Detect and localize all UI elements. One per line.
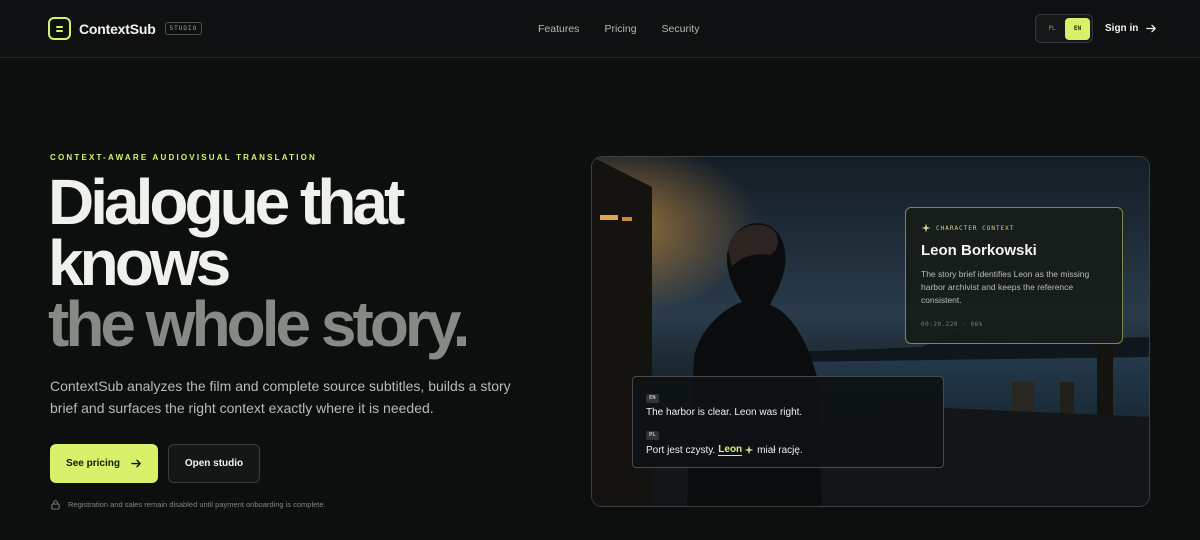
nav-item-pricing[interactable]: Pricing	[604, 23, 636, 35]
hero-subtitle: ContextSub analyzes the film and complet…	[50, 378, 511, 416]
open-studio-button[interactable]: Open studio	[168, 444, 260, 483]
sign-in-link[interactable]: Sign in	[1105, 23, 1157, 34]
hero-eyebrow: CONTEXT-AWARE AUDIOVISUAL TRANSLATION	[50, 153, 318, 162]
studio-badge: STUDIO	[164, 22, 203, 35]
pl-language-tag: PL	[646, 431, 659, 440]
language-toggle: PL EN	[1035, 14, 1093, 43]
sparkle-icon	[744, 445, 754, 455]
nav-item-security[interactable]: Security	[662, 23, 700, 35]
see-pricing-button[interactable]: See pricing	[50, 444, 158, 483]
nav-item-features[interactable]: Features	[538, 23, 579, 35]
brand-logo[interactable]: ContextSub STUDIO	[48, 17, 203, 40]
headline-line-1: Dialogue that	[48, 166, 405, 238]
sparkle-icon	[921, 223, 931, 233]
english-subtitle-line: The harbor is clear. Leon was right.	[646, 407, 803, 418]
subtitle-translation-card: EN The harbor is clear. Leon was right. …	[632, 376, 944, 468]
main-nav: Features Pricing Security	[538, 23, 699, 35]
see-pricing-label: See pricing	[66, 458, 120, 469]
hero-headline: Dialogue that knows the whole story.	[48, 166, 470, 360]
character-context-card: CHARACTER CONTEXT Leon Borkowski The sto…	[905, 207, 1123, 344]
arrow-right-icon	[131, 459, 141, 468]
brand-name: ContextSub	[79, 20, 156, 37]
top-navigation-bar: ContextSub STUDIO Features Pricing Secur…	[0, 0, 1200, 58]
polish-subtitle-line: Port jest czysty. Leon miał rację.	[646, 444, 803, 456]
lang-option-en[interactable]: EN	[1065, 18, 1090, 40]
arrow-right-icon	[1146, 24, 1157, 33]
character-context-label: CHARACTER CONTEXT	[921, 223, 1014, 233]
notice-text: Registration and sales remain disabled u…	[68, 500, 326, 509]
character-name: Leon Borkowski	[921, 242, 1037, 259]
character-meta: 00:20.220 · 96%	[921, 321, 983, 328]
sign-in-label: Sign in	[1105, 23, 1139, 34]
character-context-text: CHARACTER CONTEXT	[936, 224, 1015, 232]
headline-line-3: the whole story.	[48, 288, 470, 360]
headline-line-2: knows	[48, 227, 231, 299]
pl-text-after: miał rację.	[757, 444, 803, 456]
lock-icon	[51, 500, 60, 510]
character-description: The story brief identifies Leon as the m…	[921, 269, 1090, 305]
logo-icon	[48, 17, 71, 40]
registration-notice: Registration and sales remain disabled u…	[50, 499, 326, 510]
highlighted-character-name[interactable]: Leon	[718, 444, 743, 456]
film-scene-preview: CHARACTER CONTEXT Leon Borkowski The sto…	[591, 156, 1150, 507]
pl-text-before: Port jest czysty.	[646, 444, 716, 456]
en-language-tag: EN	[646, 394, 659, 403]
open-studio-label: Open studio	[184, 458, 244, 469]
lang-option-pl[interactable]: PL	[1041, 19, 1063, 39]
